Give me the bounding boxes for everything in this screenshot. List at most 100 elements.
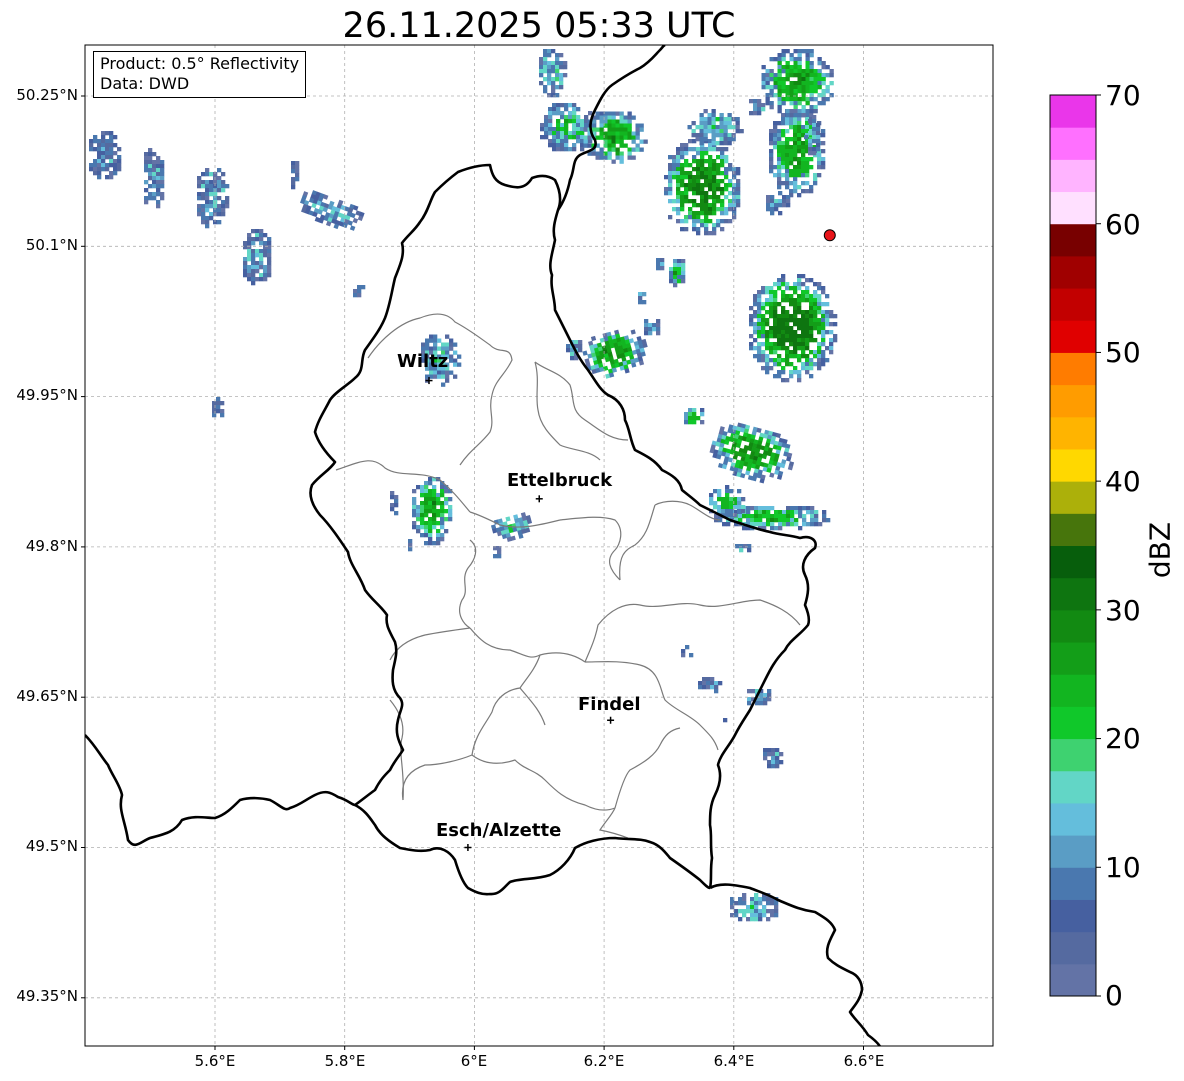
radar-site-marker[interactable]: [823, 229, 836, 242]
echo-cell: [723, 718, 728, 723]
echo-cell: [212, 397, 225, 418]
lat-tick-label: 49.5°N: [25, 837, 78, 855]
echo-cell: [299, 190, 365, 231]
colorbar-segment: [1050, 963, 1096, 997]
colorbar-segment: [1050, 835, 1096, 868]
colorbar-segment: [1050, 384, 1096, 418]
echo-cell: [669, 259, 686, 288]
echo-cell: [735, 544, 752, 553]
echo-cell: [761, 49, 834, 118]
city-marker: [464, 844, 472, 851]
city-label-wiltz: Wiltz: [397, 351, 449, 372]
colorbar-tick-label: 60: [1105, 208, 1141, 241]
colorbar-unit-label: dBZ: [1143, 521, 1177, 579]
colorbar-segment: [1050, 609, 1096, 643]
echo-cell: [656, 258, 665, 271]
colorbar-tick-label: 50: [1105, 336, 1141, 369]
colorbar-segment: [1050, 674, 1096, 707]
city-marker: [535, 495, 543, 503]
colorbar-tick-label: 70: [1105, 79, 1141, 112]
colorbar-tick-label: 30: [1105, 594, 1141, 627]
colorbar-segment: [1050, 545, 1096, 579]
colorbar-segment: [1050, 288, 1096, 321]
radar-map[interactable]: [0, 0, 1184, 1081]
colorbar-segment: [1050, 352, 1096, 386]
colorbar-tick-label: 10: [1105, 851, 1141, 884]
lon-tick-label: 6.4°E: [713, 1052, 755, 1070]
colorbar-tick-label: 40: [1105, 465, 1141, 498]
echo-cell: [664, 139, 741, 236]
plot-frame: [84, 44, 994, 1047]
colorbar-segment: [1050, 513, 1096, 546]
echo-cell: [638, 292, 647, 305]
colorbar-segment: [1050, 95, 1096, 128]
lon-tick-label: 6.6°E: [843, 1052, 885, 1070]
echo-cell: [89, 131, 122, 180]
reflectivity-echoes: [89, 49, 838, 922]
echo-cell: [197, 168, 230, 229]
echo-cell: [698, 677, 723, 694]
echo-cell: [709, 422, 795, 484]
city-label-ettelbruck: Ettelbruck: [507, 470, 613, 491]
echo-cell: [412, 477, 453, 546]
echo-cell: [644, 319, 661, 336]
lat-tick-label: 49.95°N: [16, 386, 78, 404]
colorbar-segment: [1050, 481, 1096, 514]
colorbar-segment: [1050, 899, 1096, 933]
colorbar-tick-label: 20: [1105, 722, 1141, 755]
echo-cell: [390, 491, 399, 516]
lat-tick-label: 49.8°N: [25, 537, 78, 555]
lat-tick-label: 50.1°N: [25, 236, 78, 254]
echo-cell: [408, 539, 413, 552]
colorbar-segment: [1050, 706, 1096, 740]
colorbar-segment: [1050, 159, 1096, 193]
city-markers: [425, 377, 615, 851]
echo-cell: [243, 229, 272, 286]
colorbar-segment: [1050, 931, 1096, 965]
colorbar-segment: [1050, 867, 1096, 900]
colorbar-segment: [1050, 448, 1096, 482]
city-marker: [607, 716, 615, 724]
city-label-findel: Findel: [578, 694, 641, 715]
echo-cell: [681, 645, 694, 658]
lon-tick-label: 5.8°E: [324, 1052, 366, 1070]
colorbar-segment: [1050, 320, 1096, 353]
echo-cell: [769, 109, 826, 198]
data-source-label: Data: DWD: [100, 74, 190, 93]
echo-cell: [687, 109, 744, 146]
canton-borders: [335, 313, 801, 839]
colorbar-segment: [1050, 255, 1096, 289]
echo-cell: [749, 99, 766, 116]
echo-cell: [493, 546, 502, 559]
colorbar-segment: [1050, 191, 1096, 225]
colorbar: [1049, 94, 1101, 997]
colorbar-segment: [1050, 770, 1096, 804]
colorbar-segment: [1050, 577, 1096, 611]
echo-cell: [766, 191, 791, 216]
echo-cell: [490, 512, 533, 542]
colorbar-segment: [1050, 416, 1096, 450]
echo-cell: [749, 274, 838, 383]
product-label: Product: 0.5° Reflectivity: [100, 54, 300, 73]
echo-cell: [291, 161, 300, 190]
lon-tick-label: 6.2°E: [583, 1052, 625, 1070]
lat-tick-label: 50.25°N: [16, 86, 78, 104]
echo-cell: [763, 748, 784, 769]
graticule: [85, 45, 993, 1046]
echo-cell: [353, 285, 366, 298]
colorbar-segment: [1050, 127, 1096, 160]
lat-tick-label: 49.65°N: [16, 687, 78, 705]
lat-tick-marks: [81, 95, 85, 999]
echo-cell: [144, 148, 165, 209]
lon-tick-marks: [214, 1046, 864, 1050]
colorbar-segment: [1050, 738, 1096, 772]
lon-tick-label: 5.6°E: [194, 1052, 236, 1070]
echo-cell: [539, 49, 568, 98]
city-label-esch-alzette: Esch/Alzette: [436, 820, 562, 841]
colorbar-segment: [1050, 802, 1096, 836]
lat-tick-label: 49.35°N: [16, 987, 78, 1005]
product-info-box: Product: 0.5° Reflectivity Data: DWD: [93, 51, 307, 98]
echo-cell: [684, 408, 705, 425]
colorbar-tick-label: 0: [1105, 979, 1123, 1012]
lon-tick-label: 6°E: [460, 1052, 488, 1070]
